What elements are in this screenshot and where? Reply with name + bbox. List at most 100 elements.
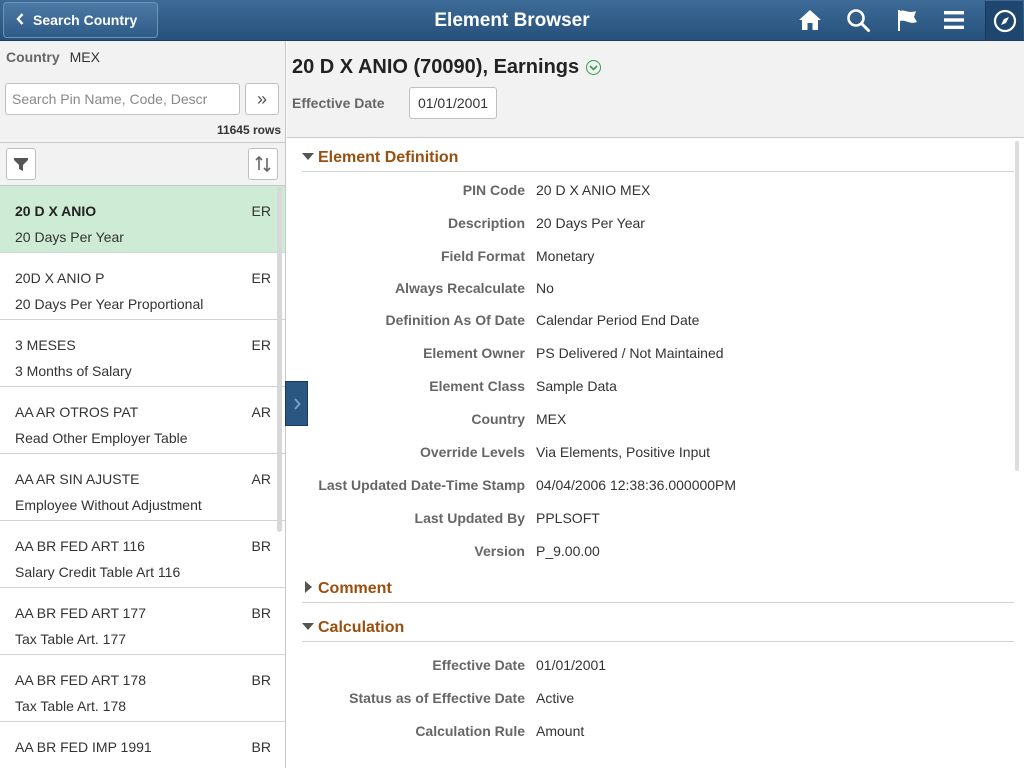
list-item-desc: Tax Table Art. 178 — [15, 698, 127, 714]
list-item-code: AA BR FED ART 178 — [15, 672, 146, 688]
list-item-code: AA AR SIN AJUSTE — [15, 471, 140, 487]
field-value: Active — [536, 690, 575, 706]
list-item[interactable]: 3 MESES ER 3 Months of Salary — [0, 320, 285, 387]
field-element-owner: Element Owner PS Delivered / Not Maintai… — [287, 345, 1007, 365]
field-value: 04/04/2006 12:38:36.000000PM — [536, 477, 737, 493]
list-toolbar — [0, 142, 285, 186]
sort-button[interactable] — [248, 148, 278, 180]
list-item[interactable]: AA BR FED ART 116 BR Salary Credit Table… — [0, 521, 285, 588]
detail-header: 20 D X ANIO (70090), Earnings Effective … — [287, 41, 1024, 138]
field-last-updated-stamp: Last Updated Date-Time Stamp 04/04/2006 … — [287, 477, 1007, 497]
country-value: MEX — [69, 49, 100, 65]
detail-scrollbar[interactable] — [1015, 141, 1019, 471]
field-pin-code: PIN Code 20 D X ANIO MEX — [287, 182, 1007, 202]
flag-icon[interactable] — [892, 5, 922, 35]
field-version: Version P_9.00.00 — [287, 543, 1007, 563]
list-item-desc: 3 Months of Salary — [15, 363, 132, 379]
field-definition-as-of-date: Definition As Of Date Calendar Period En… — [287, 312, 1007, 332]
field-always-recalculate: Always Recalculate No — [287, 280, 1007, 300]
field-field-format: Field Format Monetary — [287, 248, 1007, 268]
section-calculation[interactable]: Calculation — [302, 615, 1014, 642]
list-item-desc: Read Other Employer Table — [15, 430, 188, 446]
section-comment[interactable]: Comment — [302, 576, 1014, 603]
field-element-class: Element Class Sample Data — [287, 378, 1007, 398]
field-label: Element Class — [429, 378, 525, 394]
related-actions-icon[interactable] — [586, 60, 602, 75]
row-count: 11645 rows — [216, 123, 281, 137]
menu-icon[interactable] — [939, 5, 969, 35]
field-value: Monetary — [536, 248, 595, 264]
search-icon[interactable] — [843, 5, 873, 35]
back-button[interactable]: Search Country — [3, 2, 158, 38]
field-label: PIN Code — [462, 182, 525, 198]
field-label: Calculation Rule — [415, 723, 525, 739]
list-item-type: BR — [251, 605, 271, 621]
list-item[interactable]: 20D X ANIO P ER 20 Days Per Year Proport… — [0, 253, 285, 320]
list-item-type: ER — [251, 203, 271, 219]
navbar-compass-icon[interactable] — [985, 1, 1023, 40]
list-item-type: AR — [251, 404, 271, 420]
list-item[interactable]: AA BR FED ART 178 BR Tax Table Art. 178 — [0, 655, 285, 722]
back-button-label: Search Country — [33, 12, 138, 28]
field-label: Element Owner — [423, 345, 525, 361]
list-item-desc: Salary Credit Table Art 116 — [15, 564, 181, 580]
field-label: Field Format — [440, 248, 525, 264]
field-status: Status as of Effective Date Active — [287, 690, 1007, 710]
list-item-type: BR — [251, 672, 271, 688]
list-item[interactable]: AA BR FED ART 177 BR Tax Table Art. 177 — [0, 588, 285, 655]
list-item[interactable]: AA AR SIN AJUSTE AR Employee Without Adj… — [0, 454, 285, 521]
list-item-desc: Employee Without Adjustment — [15, 497, 202, 513]
field-value: PS Delivered / Not Maintained — [536, 345, 724, 361]
field-label: Always Recalculate — [395, 280, 525, 296]
list-item-desc: 20 Days Per Year Proportional — [15, 296, 204, 312]
list-item-code: 20D X ANIO P — [15, 270, 105, 286]
search-input[interactable] — [5, 83, 240, 115]
effective-date-field[interactable]: 01/01/2001 — [409, 87, 497, 119]
field-description: Description 20 Days Per Year — [287, 215, 1007, 235]
list-item-code: AA AR OTROS PAT — [15, 404, 139, 420]
field-label: Override Levels — [419, 444, 525, 460]
chevron-left-icon — [16, 12, 24, 28]
effective-date-label: Effective Date — [292, 95, 385, 111]
section-element-definition[interactable]: Element Definition — [302, 145, 1014, 172]
field-country: Country MEX — [287, 411, 1007, 431]
field-value: 20 Days Per Year — [536, 215, 645, 231]
list-item-type: BR — [251, 538, 271, 554]
element-title-text: 20 D X ANIO (70090), Earnings — [292, 56, 580, 78]
field-label: Effective Date — [432, 657, 525, 673]
collapse-triangle-icon — [302, 623, 314, 630]
list-item-type: AR — [251, 471, 271, 487]
field-value: 20 D X ANIO MEX — [536, 182, 651, 198]
collapse-triangle-icon — [302, 153, 314, 160]
list-item[interactable]: AA BR FED IMP 1991 BR — [0, 722, 285, 768]
section-title: Comment — [318, 580, 392, 597]
collapse-panel-handle[interactable] — [285, 381, 308, 426]
sort-icon — [255, 155, 271, 173]
home-icon[interactable] — [795, 5, 825, 35]
field-label: Version — [474, 543, 525, 559]
list-item-type: ER — [251, 270, 271, 286]
list-item-desc: Tax Table Art. 177 — [15, 631, 127, 647]
element-list: 20 D X ANIO ER 20 Days Per Year 20D X AN… — [0, 186, 285, 768]
field-label: Status as of Effective Date — [349, 690, 525, 706]
field-value: Amount — [536, 723, 585, 739]
list-item[interactable]: 20 D X ANIO ER 20 Days Per Year — [0, 186, 285, 253]
field-value: 01/01/2001 — [536, 657, 607, 673]
field-value: PPLSOFT — [536, 510, 600, 526]
search-go-button[interactable]: » — [245, 83, 279, 115]
list-item-desc: 20 Days Per Year — [15, 229, 124, 245]
field-value: P_9.00.00 — [536, 543, 600, 559]
field-value: No — [536, 280, 554, 296]
field-label: Country — [471, 411, 525, 427]
list-item-type: ER — [251, 337, 271, 353]
country-field: Country MEX — [6, 49, 100, 65]
field-label: Last Updated Date-Time Stamp — [318, 477, 525, 493]
filter-icon — [14, 158, 28, 171]
country-label: Country — [6, 49, 60, 65]
list-item[interactable]: AA AR OTROS PAT AR Read Other Employer T… — [0, 387, 285, 454]
section-title: Calculation — [318, 619, 405, 636]
field-label: Definition As Of Date — [385, 312, 526, 328]
list-scrollbar[interactable] — [277, 187, 282, 532]
filter-button[interactable] — [6, 148, 36, 180]
field-label: Description — [447, 215, 525, 231]
